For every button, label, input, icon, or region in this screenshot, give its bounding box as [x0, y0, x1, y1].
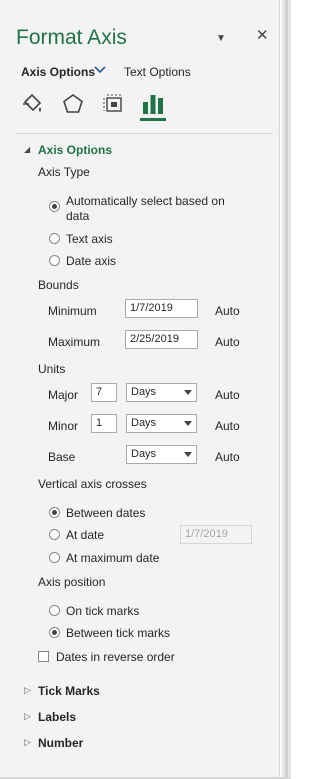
expanded-triangle-icon[interactable]: ◢ — [24, 145, 30, 154]
size-properties-icon[interactable] — [102, 92, 126, 116]
radio-at-date[interactable] — [49, 529, 60, 540]
on-tick-marks-label[interactable]: On tick marks — [66, 604, 139, 618]
major-unit-dropdown[interactable]: Days — [126, 383, 197, 402]
at-date-input[interactable]: 1/7/2019 — [180, 525, 252, 544]
major-unit-value: Days — [131, 386, 157, 398]
tab-text-options[interactable]: Text Options — [124, 65, 191, 79]
section-tick-marks[interactable]: Tick Marks — [38, 684, 100, 698]
date-axis-label[interactable]: Date axis — [66, 254, 116, 268]
minimum-auto-button[interactable]: Auto — [215, 304, 240, 318]
collapsed-triangle-icon[interactable]: ▷ — [24, 711, 31, 722]
dropdown-arrow-icon — [184, 452, 192, 457]
maximum-label: Maximum — [48, 335, 101, 349]
radio-auto-select[interactable] — [49, 201, 60, 212]
between-tick-marks-label[interactable]: Between tick marks — [66, 626, 170, 640]
dates-reverse-order-label[interactable]: Dates in reverse order — [56, 650, 175, 664]
axis-type-label: Axis Type — [38, 165, 90, 179]
collapsed-triangle-icon[interactable]: ▷ — [24, 737, 31, 748]
divider — [15, 133, 273, 134]
base-unit-dropdown[interactable]: Days — [126, 445, 197, 464]
major-input[interactable]: 7 — [91, 383, 117, 402]
axis-position-label: Axis position — [38, 575, 106, 589]
section-number[interactable]: Number — [38, 736, 83, 750]
base-label: Base — [48, 450, 76, 464]
dates-reverse-order-checkbox[interactable] — [38, 651, 49, 662]
minor-auto-button[interactable]: Auto — [215, 419, 240, 433]
at-maximum-date-label[interactable]: At maximum date — [66, 551, 159, 565]
pane-border — [279, 0, 280, 777]
minor-unit-dropdown[interactable]: Days — [126, 414, 197, 433]
close-icon[interactable]: ✕ — [256, 28, 269, 43]
axis-options-bar-chart-icon[interactable] — [141, 92, 165, 116]
radio-between-dates[interactable] — [49, 507, 60, 518]
section-labels[interactable]: Labels — [38, 710, 76, 724]
maximum-input[interactable]: 2/25/2019 — [125, 330, 198, 349]
base-unit-value: Days — [131, 448, 157, 460]
bounds-label: Bounds — [38, 278, 79, 292]
pane-title: Format Axis — [16, 26, 127, 49]
tab-axis-options[interactable]: Axis Options — [21, 65, 95, 79]
dropdown-arrow-icon — [184, 421, 192, 426]
auto-select-label-line1[interactable]: Automatically select based on — [66, 194, 225, 208]
auto-select-label-line2[interactable]: data — [66, 209, 89, 223]
major-auto-button[interactable]: Auto — [215, 388, 240, 402]
radio-date-axis[interactable] — [49, 255, 60, 266]
between-dates-label[interactable]: Between dates — [66, 506, 145, 520]
radio-text-axis[interactable] — [49, 233, 60, 244]
minor-input[interactable]: 1 — [91, 414, 117, 433]
units-label: Units — [38, 362, 66, 376]
base-auto-button[interactable]: Auto — [215, 450, 240, 464]
radio-between-tick-marks[interactable] — [49, 627, 60, 638]
active-category-indicator — [140, 118, 166, 121]
section-axis-options[interactable]: Axis Options — [38, 143, 112, 157]
minimum-input[interactable]: 1/7/2019 — [125, 299, 198, 318]
radio-on-tick-marks[interactable] — [49, 605, 60, 616]
fill-line-icon[interactable] — [20, 92, 44, 116]
major-label: Major — [48, 388, 79, 402]
text-axis-label[interactable]: Text axis — [66, 232, 113, 246]
minor-label: Minor — [48, 419, 79, 433]
scrollbar-track[interactable] — [285, 0, 288, 779]
chevron-down-icon[interactable] — [94, 64, 106, 77]
radio-at-maximum-date[interactable] — [49, 552, 60, 563]
minor-unit-value: Days — [131, 417, 157, 429]
effects-pentagon-icon[interactable] — [61, 92, 85, 116]
dropdown-arrow-icon — [184, 390, 192, 395]
vertical-axis-crosses-label: Vertical axis crosses — [38, 477, 147, 491]
collapsed-triangle-icon[interactable]: ▷ — [24, 685, 31, 696]
maximum-auto-button[interactable]: Auto — [215, 335, 240, 349]
task-pane-options-icon[interactable]: ▼ — [216, 32, 226, 46]
minimum-label: Minimum — [48, 304, 97, 318]
at-date-label[interactable]: At date — [66, 528, 104, 542]
